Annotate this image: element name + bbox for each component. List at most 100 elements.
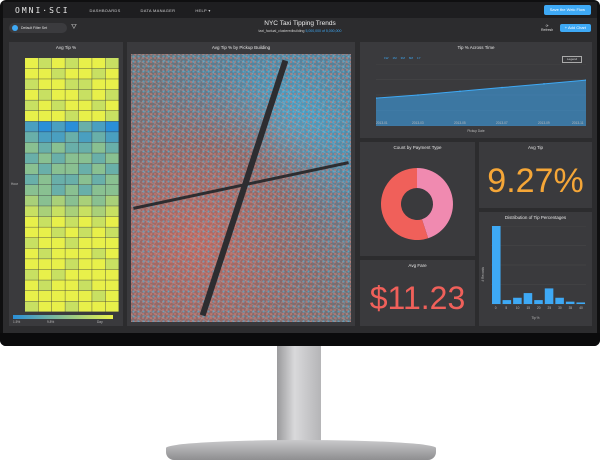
heatmap-cell[interactable] <box>78 280 92 291</box>
heatmap-cell[interactable] <box>78 58 92 69</box>
heatmap-cell[interactable] <box>78 132 92 143</box>
heatmap-cell[interactable] <box>65 100 79 111</box>
heatmap-cell[interactable] <box>92 269 106 280</box>
heatmap-cell[interactable] <box>25 100 39 111</box>
heatmap-cell[interactable] <box>25 163 39 175</box>
heatmap-cell[interactable] <box>51 89 65 100</box>
histogram-panel[interactable]: Distribution of Tip Percentages # Record… <box>479 212 592 326</box>
heatmap-cell[interactable] <box>105 195 119 206</box>
hist-bar[interactable] <box>576 302 585 304</box>
heatmap-cell[interactable] <box>25 68 39 79</box>
line-point[interactable] <box>417 94 419 96</box>
heatmap-cell[interactable] <box>38 185 52 196</box>
add-chart-button[interactable]: + Add Chart <box>559 24 591 32</box>
heatmap-cell[interactable] <box>65 290 79 302</box>
pickup-building-map[interactable] <box>131 54 351 322</box>
heatmap-cell[interactable] <box>65 68 79 79</box>
heatmap-cell[interactable] <box>65 248 79 259</box>
heatmap-cell[interactable] <box>25 58 39 69</box>
heatmap-cell[interactable] <box>92 58 106 69</box>
heatmap-cell[interactable] <box>65 110 79 122</box>
heatmap-cell[interactable] <box>92 206 106 217</box>
heatmap-cell[interactable] <box>92 68 106 79</box>
heatmap-cell[interactable] <box>78 174 92 185</box>
line-point[interactable] <box>459 90 461 93</box>
heatmap-cell[interactable] <box>78 121 92 132</box>
heatmap-cell[interactable] <box>105 163 119 175</box>
heatmap-cell[interactable] <box>105 269 119 280</box>
heatmap-cell[interactable] <box>51 110 65 122</box>
heatmap-cell[interactable] <box>78 100 92 111</box>
heatmap-cell[interactable] <box>38 100 52 111</box>
heatmap-cell[interactable] <box>105 58 119 69</box>
heatmap-cell[interactable] <box>25 216 39 227</box>
heatmap-cell[interactable] <box>105 89 119 100</box>
heatmap-cell[interactable] <box>92 237 106 249</box>
line-point[interactable] <box>501 86 503 89</box>
heatmap-cell[interactable] <box>105 174 119 185</box>
heatmap-cell[interactable] <box>25 79 39 90</box>
heatmap-cell[interactable] <box>51 132 65 143</box>
donut-chart[interactable] <box>360 154 475 254</box>
avg-tip-panel[interactable]: Avg Tip 9.27% <box>479 142 592 208</box>
heatmap-cell[interactable] <box>78 227 92 238</box>
heatmap-cell[interactable] <box>105 301 119 312</box>
heatmap-cell[interactable] <box>51 237 65 249</box>
heatmap-cell[interactable] <box>105 248 119 259</box>
hist-bar[interactable] <box>492 226 501 304</box>
line-point[interactable] <box>543 83 545 85</box>
heatmap-cell[interactable] <box>51 301 65 312</box>
heatmap-cell[interactable] <box>78 248 92 259</box>
heatmap-cell[interactable] <box>51 259 65 270</box>
heatmap-cell[interactable] <box>65 259 79 270</box>
heatmap-cell[interactable] <box>92 163 106 175</box>
heatmap-cell[interactable] <box>105 216 119 227</box>
heatmap-cell[interactable] <box>65 237 79 249</box>
heatmap-cell[interactable] <box>38 163 52 175</box>
heatmap-cell[interactable] <box>25 121 39 132</box>
heatmap-cell[interactable] <box>38 79 52 90</box>
heatmap-cell[interactable] <box>65 227 79 238</box>
heatmap-cell[interactable] <box>105 259 119 270</box>
heatmap-cell[interactable] <box>92 100 106 111</box>
heatmap-cell[interactable] <box>78 89 92 100</box>
heatmap-cell[interactable] <box>78 142 92 153</box>
heatmap-cell[interactable] <box>65 58 79 69</box>
heatmap-cell[interactable] <box>51 68 65 79</box>
heatmap-cell[interactable] <box>92 216 106 227</box>
heatmap-cell[interactable] <box>78 68 92 79</box>
heatmap-cell[interactable] <box>78 195 92 206</box>
hist-bar[interactable] <box>555 297 564 304</box>
heatmap-cell[interactable] <box>105 153 119 164</box>
heatmap-cell[interactable] <box>78 259 92 270</box>
heatmap-cell[interactable] <box>38 301 52 312</box>
heatmap-cell[interactable] <box>25 174 39 185</box>
heatmap-cell[interactable] <box>65 121 79 132</box>
nav-help[interactable]: HELP ▾ <box>195 8 210 13</box>
save-button[interactable]: Save the Welc Flow <box>543 5 591 15</box>
heatmap-cell[interactable] <box>65 153 79 164</box>
heatmap-cell[interactable] <box>92 174 106 185</box>
heatmap-cell[interactable] <box>38 58 52 69</box>
heatmap-cell[interactable] <box>25 132 39 143</box>
heatmap-cell[interactable] <box>78 163 92 175</box>
heatmap-cell[interactable] <box>38 132 52 143</box>
donut-panel[interactable]: Count by Payment Type <box>360 142 475 256</box>
refresh-button[interactable]: ⟳ Refresh <box>541 24 553 32</box>
heatmap-cell[interactable] <box>38 174 52 185</box>
heatmap-cell[interactable] <box>51 248 65 259</box>
heatmap-cell[interactable] <box>38 68 52 79</box>
line-chart-panel[interactable]: Tip % Across Time 1W 1M 3M 6M 1Y Legend 2013… <box>360 42 592 138</box>
heatmap-cell[interactable] <box>51 121 65 132</box>
heatmap-cell[interactable] <box>38 280 52 291</box>
heatmap-cell[interactable] <box>25 153 39 164</box>
heatmap-cell[interactable] <box>65 280 79 291</box>
heatmap-cell[interactable] <box>92 79 106 90</box>
heatmap-cell[interactable] <box>78 301 92 312</box>
heatmap-cell[interactable] <box>92 227 106 238</box>
heatmap-cell[interactable] <box>65 206 79 217</box>
hist-bar[interactable] <box>502 300 512 304</box>
heatmap-cell[interactable] <box>78 216 92 227</box>
heatmap-cell[interactable] <box>105 290 119 302</box>
nav-dashboards[interactable]: DASHBOARDS <box>90 8 121 13</box>
